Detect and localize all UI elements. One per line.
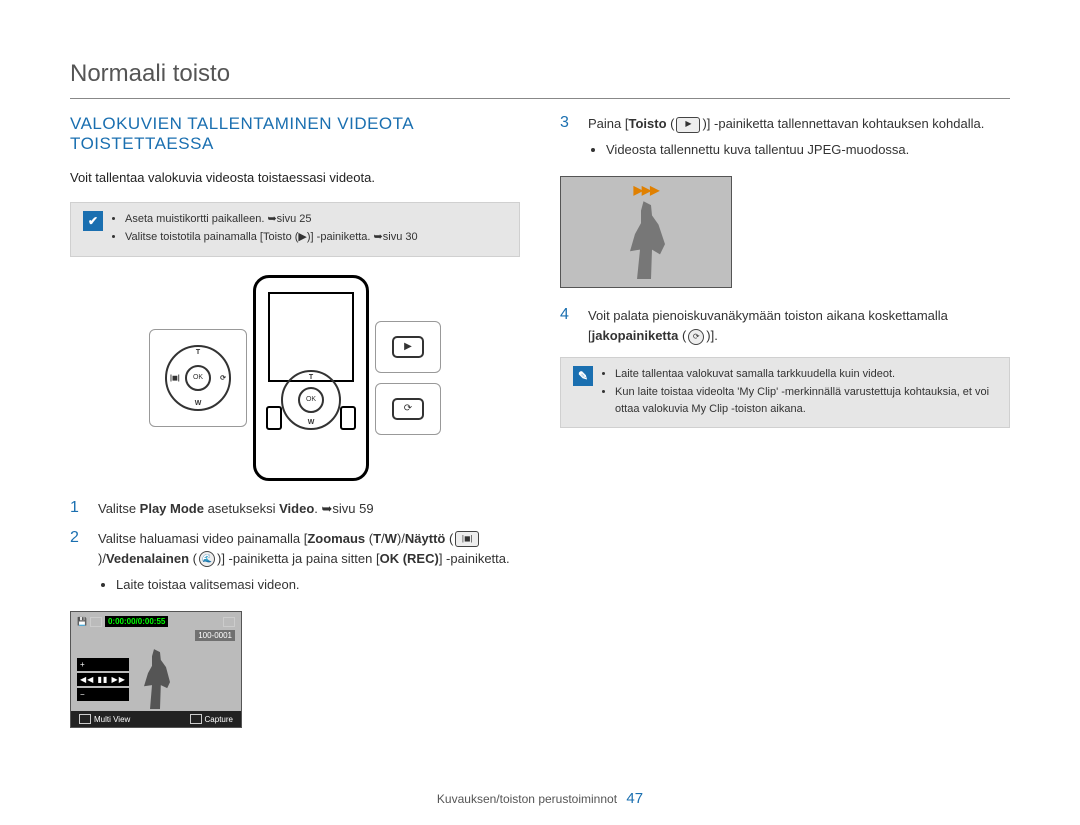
step-4: 4 Voit palata pienoiskuvanäkymään toisto… [560,306,1010,346]
step-number: 2 [70,529,84,601]
page-footer: Kuvauksen/toiston perustoiminnot 47 [0,790,1080,807]
multiview-icon [79,714,91,724]
device-illustration: OK T W |◼| ⟳ OK T W [70,275,520,481]
share-icon: ⟳ [392,398,424,420]
note-item: Valitse toistotila painamalla [Toisto (▶… [125,229,418,246]
share-icon: ⟳ [688,329,704,345]
section-heading: VALOKUVIEN TALLENTAMINEN VIDEOTA TOISTET… [70,114,520,154]
fast-forward-icon: ▶▶▶ [634,183,659,197]
underwater-icon: 🌊 [199,551,215,567]
page-number: 47 [626,790,643,807]
camera-dpad-ok: OK [298,387,324,413]
dpad-ok: OK [185,365,211,391]
step-body: Paina [Toisto (▶)] -painiketta tallennet… [588,114,1010,166]
callout-share-button: ⟳ [375,383,441,435]
step-number: 1 [70,499,84,519]
dpad-up-label: T [196,349,200,356]
skater-silhouette [621,201,671,279]
callout-play-button: ▶ [375,321,441,373]
multiview-label: Multi View [94,715,130,724]
page-title: Normaali toisto [70,60,1010,88]
skater-silhouette [136,649,176,709]
transport-controls: ◀◀ ▮▮ ▶▶ [77,673,129,686]
callout-dpad: OK T W |◼| ⟳ [149,329,247,427]
battery-icon [223,617,235,627]
storage-icon: 💾 [77,617,87,626]
zoom-plus: + [77,658,129,671]
note-box-info: ✎ Laite tallentaa valokuvat samalla tark… [560,357,1010,429]
chapter-label: Kuvauksen/toiston perustoiminnot [437,792,617,806]
capture-screenshot: ▶▶▶ [560,176,732,288]
camera-screen [268,292,354,382]
dpad-right-label: ⟳ [220,374,226,382]
intro-text: Voit tallentaa valokuvia videosta toista… [70,168,520,188]
pencil-icon: ✎ [573,366,593,386]
step-bullet: Laite toistaa valitsemasi videon. [116,575,520,595]
dpad-down-label: W [195,400,202,407]
play-icon: ▶ [392,336,424,358]
note-item: Aseta muistikortti paikalleen. ➥sivu 25 [125,211,418,228]
playback-thumbnail: 💾 0:00:00/0:00:55 100-0001 + ◀◀ ▮▮ ▶▶ − … [70,611,242,728]
hd-icon [90,617,102,627]
dpad-left-label: |◼| [170,374,180,382]
title-divider [70,98,1010,99]
capture-label: Capture [205,715,233,724]
step-3: 3 Paina [Toisto (▶)] -painiketta tallenn… [560,114,1010,166]
step-body: Valitse haluamasi video painamalla [Zoom… [98,529,520,601]
step-number: 3 [560,114,574,166]
right-column: 3 Paina [Toisto (▶)] -painiketta tallenn… [560,114,1010,738]
zoom-minus: − [77,688,129,701]
step-2: 2 Valitse haluamasi video painamalla [Zo… [70,529,520,601]
step-bullet: Videosta tallennettu kuva tallentuu JPEG… [606,140,1010,160]
clip-id: 100-0001 [195,630,235,641]
left-column: VALOKUVIEN TALLENTAMINEN VIDEOTA TOISTET… [70,114,520,738]
capture-icon [190,714,202,724]
note-item: Kun laite toistaa videolta 'My Clip' -me… [615,384,997,417]
note-box-prerequisites: ✔ Aseta muistikortti paikalleen. ➥sivu 2… [70,202,520,257]
play-icon: ▶ [676,117,700,133]
note-item: Laite tallentaa valokuvat samalla tarkku… [615,366,997,383]
step-1: 1 Valitse Play Mode asetukseksi Video. ➥… [70,499,520,519]
display-icon: |◼| [455,531,479,547]
check-icon: ✔ [83,211,103,231]
step-body: Voit palata pienoiskuvanäkymään toiston … [588,306,1010,346]
step-number: 4 [560,306,574,346]
playback-timer: 0:00:00/0:00:55 [105,616,168,627]
step-body: Valitse Play Mode asetukseksi Video. ➥si… [98,499,520,519]
camera-body-outline: OK T W [253,275,369,481]
